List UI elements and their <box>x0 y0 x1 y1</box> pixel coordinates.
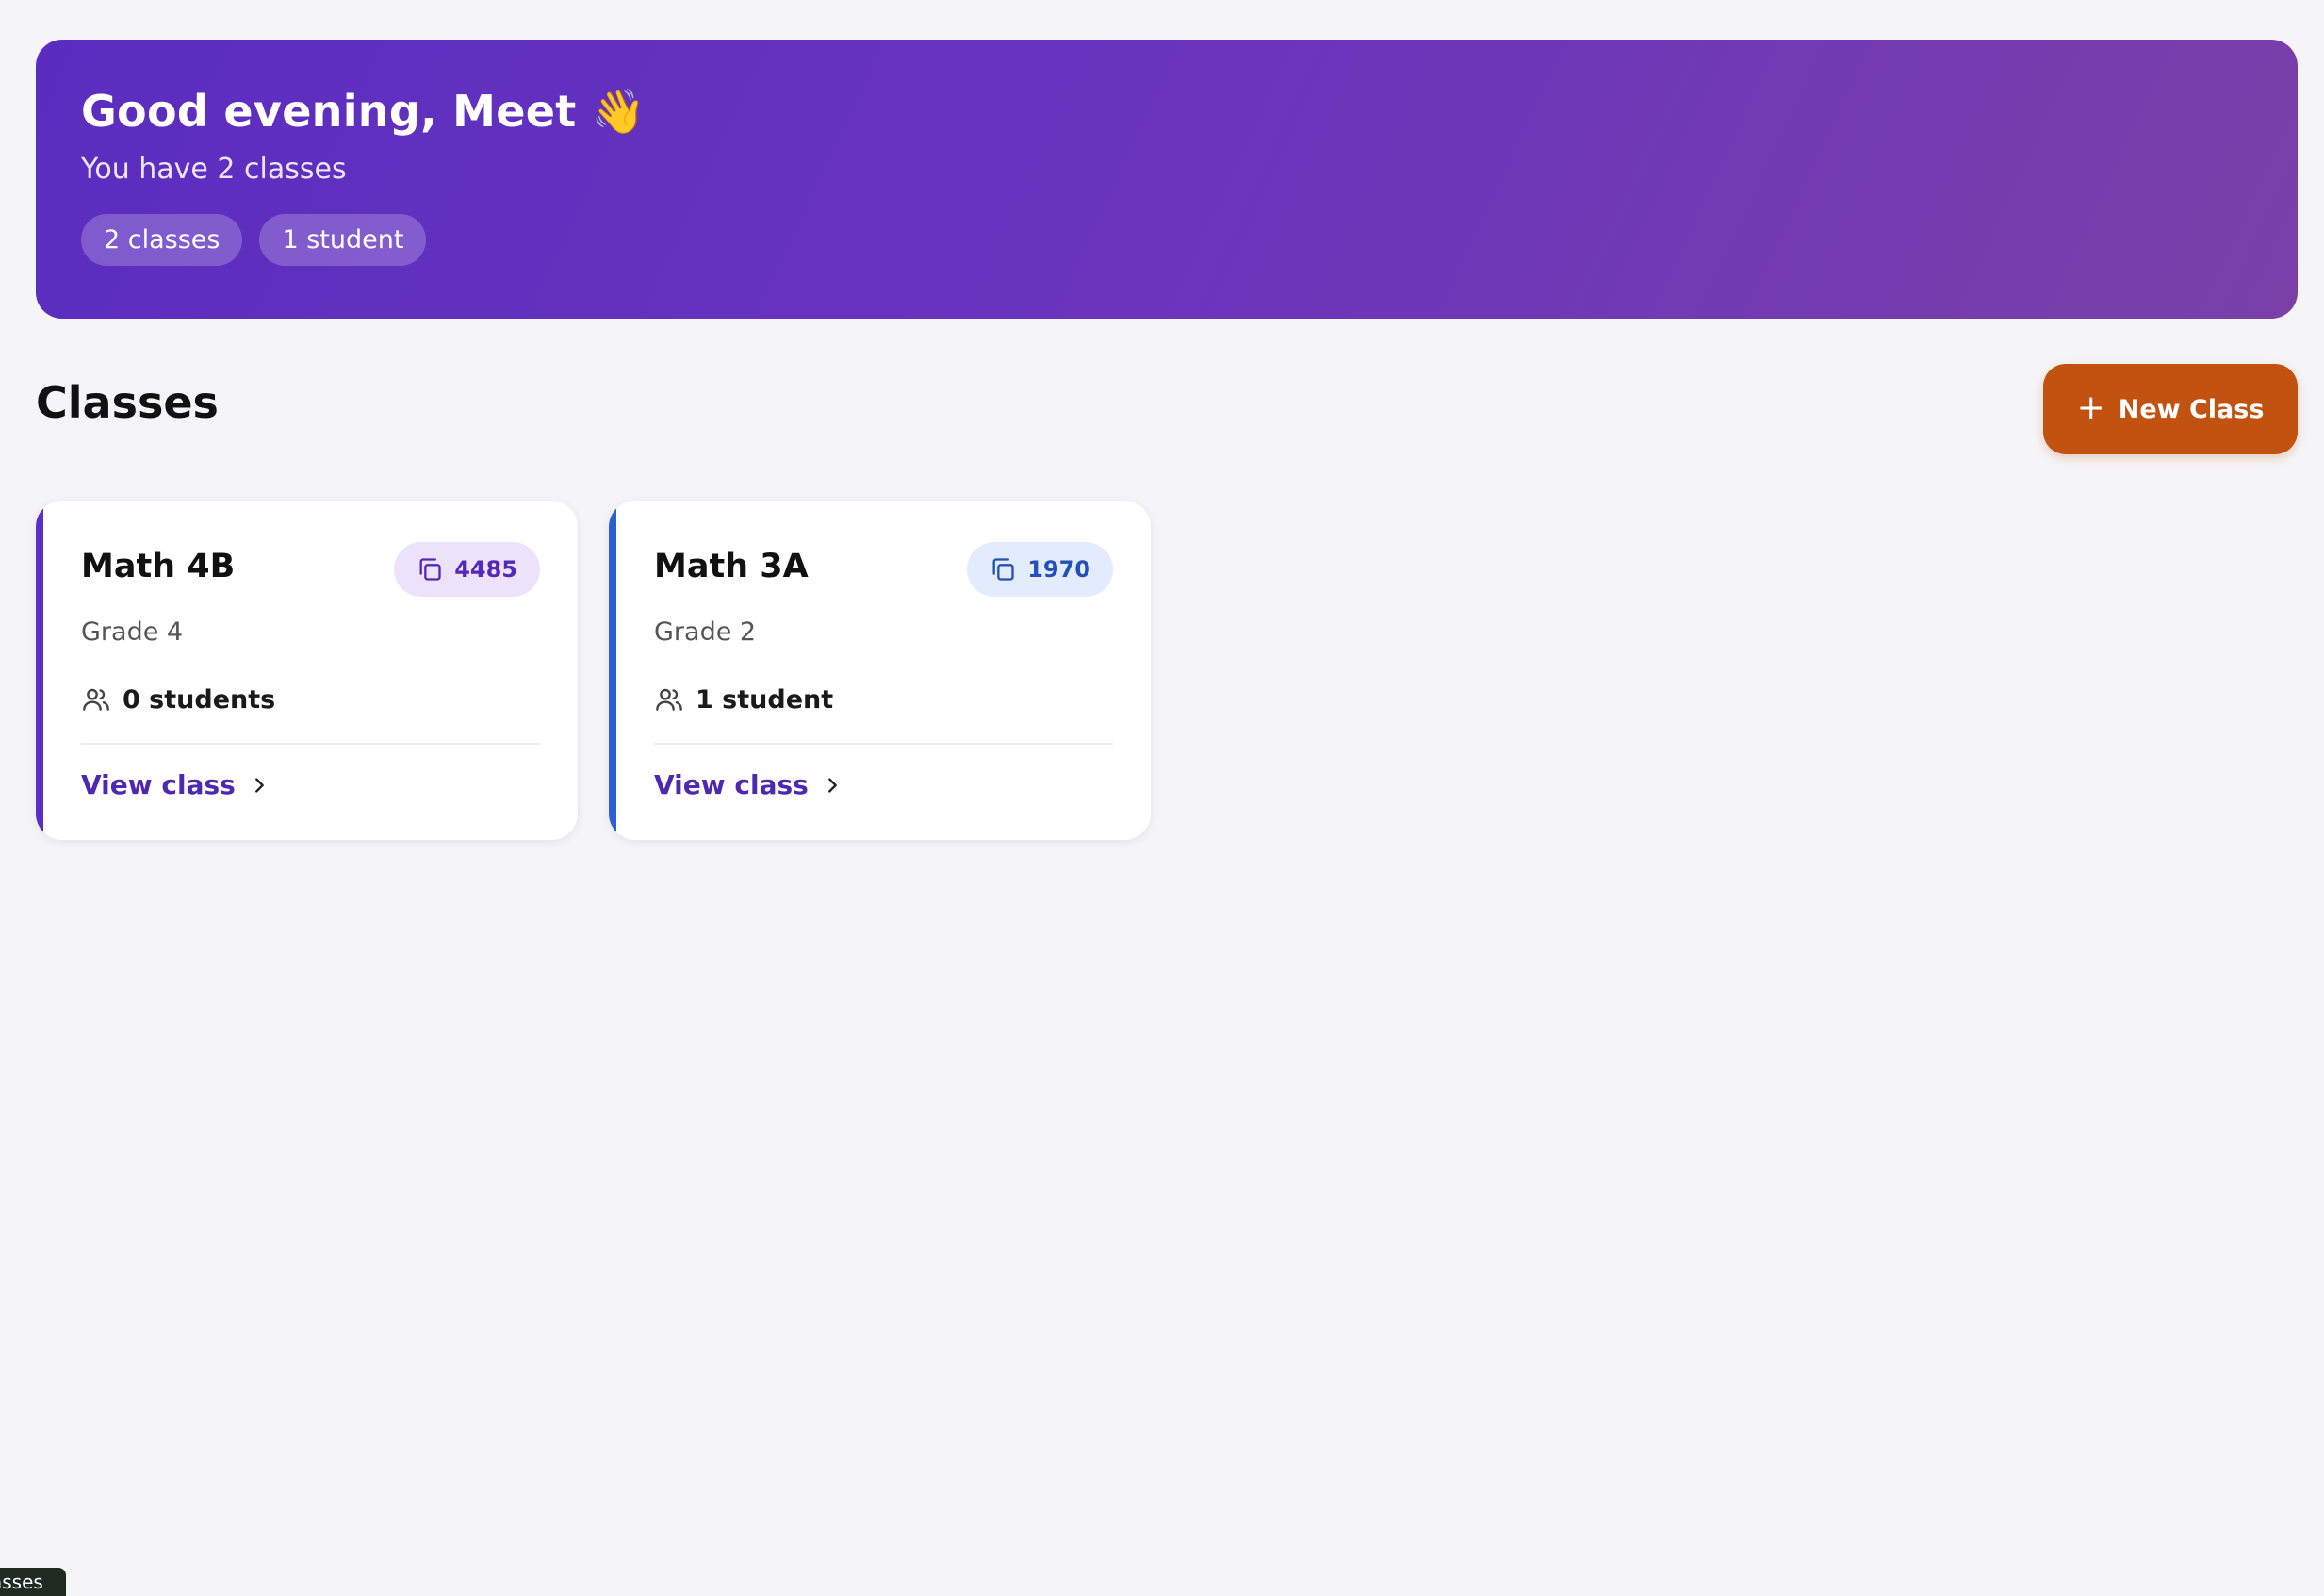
wave-icon: 👋 <box>591 86 646 137</box>
copy-icon <box>992 558 1014 581</box>
classes-section-title: Classes <box>36 377 219 428</box>
class-code-copy-badge[interactable]: 1970 <box>967 542 1113 597</box>
chevron-right-icon <box>254 777 264 793</box>
class-grade: Grade 4 <box>81 617 184 647</box>
view-class-label: View class <box>81 769 236 800</box>
student-count-label: 1 student <box>696 684 834 715</box>
plus-icon: + <box>2076 387 2105 427</box>
greeting-text: Good evening, Meet <box>81 86 577 137</box>
summary-pills: 2 classes 1 student <box>81 213 2252 266</box>
card-divider <box>654 743 1113 745</box>
class-code: 1970 <box>1027 556 1090 583</box>
class-card[interactable]: Math 4B 4485 Grade 4 0 students View cla… <box>36 501 578 840</box>
chevron-right-icon <box>827 777 837 793</box>
students-count-pill: 1 student <box>259 213 427 266</box>
classes-count-pill: 2 classes <box>81 213 243 266</box>
greeting-subtitle: You have 2 classes <box>81 152 347 186</box>
student-count: 1 student <box>654 684 1113 715</box>
view-class-link[interactable]: View class <box>654 769 1113 800</box>
class-card[interactable]: Math 3A 1970 Grade 2 1 student View clas… <box>609 501 1151 840</box>
student-count-label: 0 students <box>123 684 276 715</box>
view-class-link[interactable]: View class <box>81 769 540 800</box>
new-class-button-label: New Class <box>2118 394 2265 424</box>
class-name: Math 4B <box>81 548 236 585</box>
new-class-button[interactable]: + New Class <box>2043 364 2298 454</box>
class-code: 4485 <box>454 556 517 583</box>
student-count: 0 students <box>81 684 540 715</box>
greeting-title: Good evening, Meet 👋 <box>81 85 2252 140</box>
users-icon <box>83 688 109 711</box>
classes-nav-tooltip[interactable]: asses <box>0 1568 66 1596</box>
class-code-copy-badge[interactable]: 4485 <box>394 542 540 597</box>
card-divider <box>81 743 540 745</box>
welcome-banner: Good evening, Meet 👋 You have 2 classes … <box>36 40 2298 319</box>
class-name: Math 3A <box>654 548 809 585</box>
view-class-label: View class <box>654 769 809 800</box>
class-grade: Grade 2 <box>654 617 757 647</box>
users-icon <box>656 688 682 711</box>
copy-icon <box>419 558 441 581</box>
